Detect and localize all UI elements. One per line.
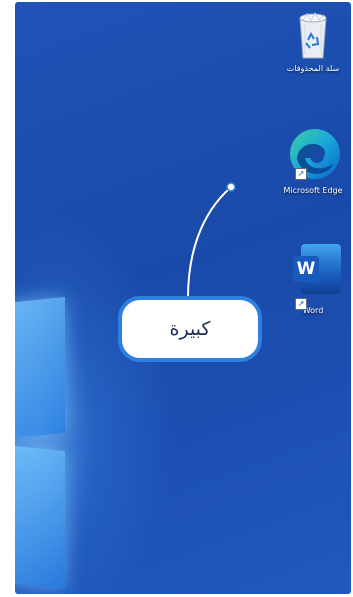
edge-label: Microsoft Edge xyxy=(283,186,343,195)
desktop-icon-microsoft-edge[interactable]: ↗ Microsoft Edge xyxy=(277,122,349,195)
screenshot-frame: سلة المحذوفات ↗ Microsoft Edge W ↗ Word … xyxy=(0,0,353,597)
recycle-bin-label: سلة المحذوفات xyxy=(286,64,340,73)
windows-logo-pane-bottom xyxy=(15,444,65,590)
windows-logo-pane-top xyxy=(15,296,65,440)
callout-box: كبيرة xyxy=(118,296,262,362)
word-shortcut-arrow-icon: ↗ xyxy=(295,298,307,310)
word-icon: W xyxy=(285,238,341,300)
edge-shortcut-arrow-icon: ↗ xyxy=(295,168,307,180)
edge-icon xyxy=(290,129,340,179)
desktop-icon-word[interactable]: W ↗ Word xyxy=(277,238,349,315)
recycle-bin-icon xyxy=(299,11,327,59)
callout-text: كبيرة xyxy=(169,318,211,340)
desktop-icon-recycle-bin[interactable]: سلة المحذوفات xyxy=(277,10,349,73)
word-letter-tile: W xyxy=(293,256,319,282)
